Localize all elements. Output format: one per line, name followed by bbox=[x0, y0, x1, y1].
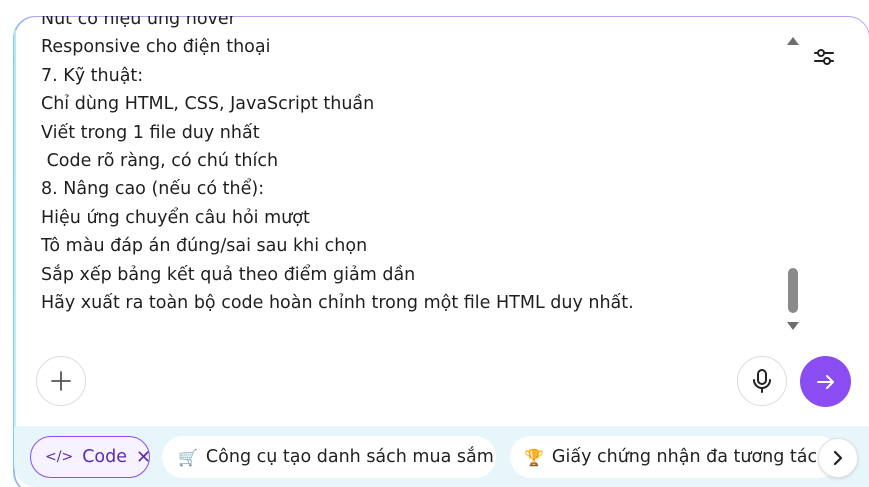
prompt-line: Hãy xuất ra toàn bộ code hoàn chỉnh tron… bbox=[41, 293, 634, 314]
chip-label: Giấy chứng nhận đa tương tác bbox=[551, 447, 818, 467]
prompt-lines: Nút có hiệu ứng hover Responsive cho điệ… bbox=[41, 16, 634, 317]
microphone-button[interactable] bbox=[737, 356, 787, 406]
chat-composer-region: Nút có hiệu ứng hover Responsive cho điệ… bbox=[0, 0, 869, 487]
code-icon: </> bbox=[45, 449, 74, 465]
sliders-icon[interactable] bbox=[813, 47, 835, 67]
close-icon[interactable]: ✕ bbox=[136, 447, 151, 468]
prompt-line: Code rõ ràng, có chú thích bbox=[41, 151, 279, 172]
prompt-line: 8. Nâng cao (nếu có thể): bbox=[41, 179, 265, 200]
chip-label: Công cụ tạo danh sách mua sắm bbox=[205, 447, 494, 467]
prompt-textarea[interactable]: Nút có hiệu ứng hover Responsive cho điệ… bbox=[41, 16, 781, 334]
add-attachment-button[interactable] bbox=[36, 356, 86, 406]
certificate-chip[interactable]: 🏆 Giấy chứng nhận đa tương tác bbox=[510, 436, 840, 478]
prompt-line: Responsive cho điện thoại bbox=[41, 37, 271, 58]
microphone-icon bbox=[753, 369, 771, 393]
trophy-icon: 🏆 bbox=[524, 447, 544, 467]
scrollbar-thumb[interactable] bbox=[788, 268, 798, 313]
composer-accent-edge bbox=[14, 30, 16, 430]
plus-icon bbox=[51, 371, 71, 391]
send-button[interactable] bbox=[800, 356, 851, 407]
shopping-cart-icon: 🛒 bbox=[178, 447, 198, 467]
chevron-right-icon bbox=[833, 450, 843, 466]
prompt-line: Chỉ dùng HTML, CSS, JavaScript thuần bbox=[41, 94, 375, 115]
prompt-line: Nút có hiệu ứng hover bbox=[41, 16, 236, 29]
arrow-right-icon bbox=[816, 374, 834, 389]
scroll-down-arrow[interactable] bbox=[787, 322, 799, 330]
chips-next-button[interactable] bbox=[818, 438, 858, 478]
code-tool-chip[interactable]: </> Code ✕ bbox=[30, 436, 151, 478]
scroll-up-arrow[interactable] bbox=[787, 37, 799, 45]
shopping-list-chip[interactable]: 🛒 Công cụ tạo danh sách mua sắm bbox=[162, 436, 496, 478]
chip-label: Code bbox=[82, 447, 127, 467]
prompt-line: Viết trong 1 file duy nhất bbox=[41, 122, 260, 143]
suggestion-chips-bar: </> Code ✕ 🛒 Công cụ tạo danh sách mua s… bbox=[14, 426, 869, 487]
prompt-line: 7. Kỹ thuật: bbox=[41, 65, 144, 86]
prompt-line: Hiệu ứng chuyển câu hỏi mượt bbox=[41, 207, 310, 228]
prompt-line: Tô màu đáp án đúng/sai sau khi chọn bbox=[41, 236, 368, 257]
prompt-line: Sắp xếp bảng kết quả theo điểm giảm dần bbox=[41, 264, 416, 285]
